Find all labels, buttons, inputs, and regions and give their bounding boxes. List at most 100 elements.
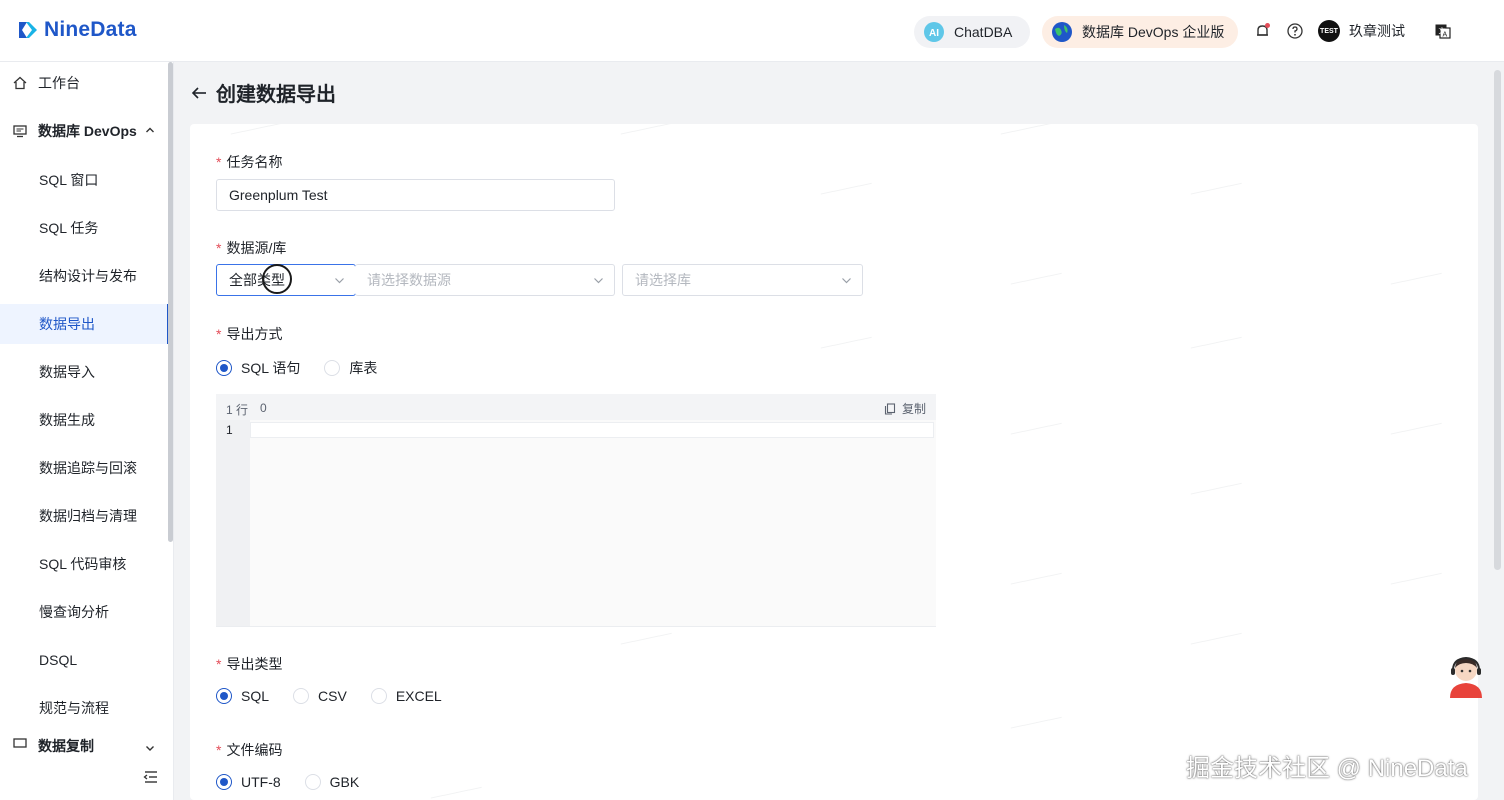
datasource-select[interactable]: 请选择数据源 [355,264,615,296]
task-name-value: Greenplum Test [229,187,328,203]
sidebar-item-slow-query[interactable]: 慢查询分析 [0,592,168,632]
required-mark: * [216,742,222,758]
sidebar-item-label: DSQL [39,652,78,668]
export-type-option-csv[interactable]: CSV [293,688,347,704]
copy-icon [884,402,896,415]
export-type-option-excel[interactable]: EXCEL [370,688,442,704]
sidebar-item-sql-task[interactable]: SQL 任务 [0,208,168,248]
svg-text:AI: AI [929,28,939,39]
help-icon[interactable] [1286,22,1304,40]
editor-gutter: 1 [216,420,250,626]
required-mark: * [216,240,222,256]
sidebar-item-data-export[interactable]: 数据导出 [0,304,170,344]
chatdba-button[interactable]: AI ChatDBA [914,16,1030,48]
sidebar-item-data-archive[interactable]: 数据归档与清理 [0,496,168,536]
sidebar-group-devops[interactable]: 数据库 DevOps [0,111,168,151]
required-mark: * [216,154,222,170]
required-mark: * [216,326,222,342]
sidebar-item-data-generation[interactable]: 数据生成 [0,400,168,440]
radio-unselected[interactable] [304,774,321,790]
export-type-label: * 导出类型 [216,654,282,674]
support-assistant-icon[interactable] [1446,654,1486,700]
sidebar-group-label: 数据库 DevOps [38,123,137,139]
page-scrollbar[interactable] [1494,70,1501,570]
task-name-label: * 任务名称 [216,152,282,172]
encoding-option-gbk[interactable]: GBK [304,774,360,790]
sidebar-item-schema-design[interactable]: 结构设计与发布 [0,256,168,296]
export-type-group: SQL CSV EXCEL [216,688,466,704]
chevron-down-icon [842,278,851,284]
sidebar-item-label: 数据归档与清理 [39,508,137,524]
bell-icon[interactable] [1254,22,1272,40]
language-icon[interactable]: 文 A [1434,22,1452,40]
back-arrow-icon[interactable] [190,84,208,102]
label-text: 导出类型 [226,656,283,672]
monitor-icon [13,125,27,138]
sidebar-item-label: SQL 代码审核 [39,556,127,572]
globe-icon [1052,22,1072,42]
mouse-cursor-indicator [262,264,292,294]
radio-unselected[interactable] [293,688,310,704]
sidebar-item-workspace[interactable]: 工作台 [0,63,168,103]
option-label: GBK [329,774,360,790]
export-type-option-sql[interactable]: SQL [216,688,269,704]
edition-label: 数据库 DevOps 企业版 [1082,24,1225,40]
label-text: 数据源/库 [226,240,287,256]
sidebar-scrollbar[interactable] [168,62,173,542]
sidebar-item-data-import[interactable]: 数据导入 [0,352,168,392]
radio-unselected[interactable] [324,360,341,376]
encoding-option-utf8[interactable]: UTF-8 [216,774,281,790]
sidebar-item-label: 数据导入 [39,364,95,380]
radio-unselected[interactable] [370,688,387,704]
option-label: SQL 语句 [241,360,301,376]
sidebar-group-label: 数据复制 [38,738,94,754]
copy-button[interactable]: 复制 [884,400,926,417]
chatdba-label: ChatDBA [954,24,1013,40]
sidebar-item-label: SQL 任务 [39,220,99,236]
page-title: 创建数据导出 [216,84,336,106]
edition-selector[interactable]: 数据库 DevOps 企业版 [1042,16,1238,48]
collapse-sidebar-icon[interactable] [142,768,160,786]
copy-label: 复制 [902,402,927,416]
required-mark: * [216,656,222,672]
editor-status-bar: 1 行 0 复制 [216,394,936,420]
label-text: 导出方式 [226,326,283,342]
label-text: 任务名称 [226,154,283,170]
user-menu[interactable]: TEST 玖章测试 [1318,20,1405,42]
datasource-placeholder: 请选择数据源 [367,272,451,288]
export-method-option-sql[interactable]: SQL 语句 [216,358,300,378]
form-card: ———— ———— ———— ———— ———— ———— ———— ———— … [190,124,1478,800]
home-icon [13,76,27,90]
sidebar-item-data-tracking[interactable]: 数据追踪与回滚 [0,448,168,488]
radio-selected[interactable] [216,774,232,790]
sidebar-item-label: 数据追踪与回滚 [39,460,137,476]
editor-char-count: 0 [260,401,267,415]
radio-selected[interactable] [216,360,232,376]
chevron-up-icon [146,127,154,133]
sidebar-item-sql-window[interactable]: SQL 窗口 [0,160,168,200]
option-label: SQL [241,688,270,704]
chevron-down-icon [146,746,154,751]
brand-name: NineData [44,18,137,41]
sidebar-item-sql-review[interactable]: SQL 代码审核 [0,544,168,584]
sidebar-item-dsql[interactable]: DSQL [0,640,168,680]
task-name-input[interactable]: Greenplum Test [216,179,615,211]
ninedata-logo-icon [19,22,37,38]
brand-logo[interactable]: NineData [16,18,137,42]
option-label: UTF-8 [241,774,281,790]
export-method-option-table[interactable]: 库表 [324,358,377,378]
editor-active-line[interactable] [250,422,934,438]
sidebar-item-standards[interactable]: 规范与流程 [0,688,168,728]
ai-assistant-icon: AI [924,22,944,42]
radio-selected[interactable] [216,688,232,704]
sql-editor[interactable]: 1 行 0 复制 1 [216,394,936,627]
sidebar-item-label: 数据导出 [39,316,95,332]
sidebar-group-replication[interactable]: 数据复制 [0,736,168,760]
sidebar-item-label: 规范与流程 [39,700,109,716]
option-label: CSV [318,688,347,704]
database-select[interactable]: 请选择库 [622,264,863,296]
footer-watermark: 掘金技术社区 @ NineData [1186,755,1468,782]
database-placeholder: 请选择库 [635,272,691,288]
encoding-group: UTF-8 GBK [216,774,383,790]
top-bar: NineData AI ChatDBA 数据库 DevOps 企业版 TEST … [0,0,1504,62]
